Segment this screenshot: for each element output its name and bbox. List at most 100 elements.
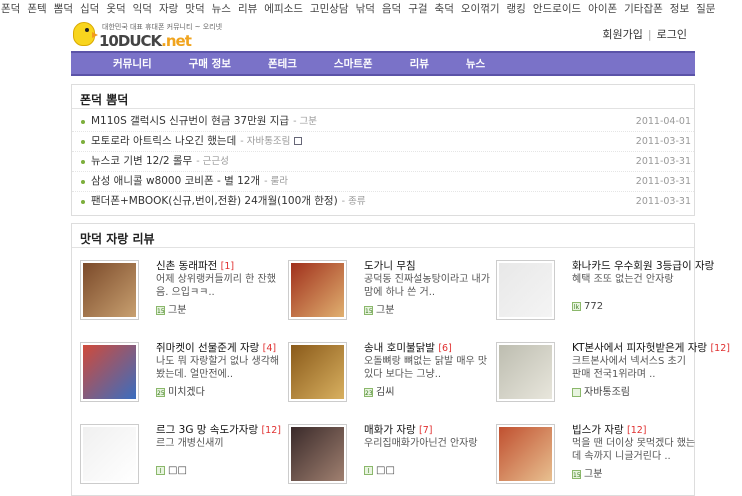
top-nav-item[interactable]: 십덕 (80, 3, 99, 15)
top-nav-item[interactable]: 고민상담 (310, 3, 349, 15)
top-nav-item[interactable]: 폰텍 (27, 3, 46, 15)
post-row[interactable]: 뉴스코 기변 12/2 롤무 - 근근성 2011-03-31 (72, 152, 694, 172)
top-nav-item[interactable]: 정보 (670, 3, 689, 15)
review-thumbnail[interactable] (80, 424, 139, 484)
post-title[interactable]: 팬더폰+MBOOK(신규,번이,전환) 24개월(100개 한정) (91, 195, 338, 207)
review-title[interactable]: 쥐마켓이 선물준게 자랑 [4] (156, 340, 276, 355)
logo-tagline: 대한민국 대표 휴대폰 커뮤니티 ~ 오리넷 (102, 23, 223, 31)
post-author: - 자바통조림 (240, 136, 291, 147)
review-card[interactable]: KT본사에서 피자헛받은게 자랑 [12] 크트본사에서 넥서스S 초기 판매 전… (496, 338, 730, 413)
comment-count: [6] (438, 343, 452, 354)
review-title[interactable]: 매화가 자랑 [7] (364, 422, 432, 437)
review-card[interactable]: 송내 호미불닭발 [6] 오돌뼈랑 뼈없는 닭발 매우 맛있다 보다는 그냥.. 2… (288, 338, 496, 413)
review-title[interactable]: 화나카드 우수회원 3등급이 자랑 (572, 258, 714, 273)
top-nav-item[interactable]: 뉴스 (212, 3, 231, 15)
review-thumbnail[interactable] (288, 424, 347, 484)
login-link[interactable]: 로그인 (657, 28, 687, 41)
top-nav-item[interactable]: 축덕 (435, 3, 454, 15)
post-row[interactable]: 팬더폰+MBOOK(신규,번이,전환) 24개월(100개 한정) - 종류 201… (72, 192, 694, 212)
review-user: 23 김씨 (364, 387, 395, 398)
bullet-icon (81, 120, 85, 124)
review-card[interactable]: 쥐마켓이 선물준게 자랑 [4] 나도 뭐 자랑할거 없나 생각해봤는데. 얼만전… (80, 338, 288, 413)
review-card[interactable]: 도가니 무침 공덕동 진짜설농탕이라고 내가 맘에 하나 쓴 거.. 15 그분 (288, 256, 496, 331)
top-nav-item[interactable]: 리뷰 (238, 3, 257, 15)
top-nav-item[interactable]: 자랑 (159, 3, 178, 15)
comment-count: [4] (262, 343, 277, 354)
top-nav-item[interactable]: 질문 (696, 3, 715, 15)
duck-eye-icon (85, 28, 89, 32)
duck-beak-icon (92, 32, 98, 38)
top-nav-item[interactable]: 기타잡폰 (624, 3, 663, 15)
top-nav-item[interactable]: 아이폰 (588, 3, 617, 15)
top-nav-item[interactable]: 안드로이드 (533, 3, 581, 15)
auth-links: 회원가입 | 로그인 (602, 26, 687, 42)
review-grid: 신촌 동래파전 [1] 어제 상위랭커들끼리 한 잔했음. 으입ㅋㅋ.. 15 그분 도… (72, 248, 730, 495)
review-title[interactable]: 르그 3G 망 속도가자랑 [12] (156, 422, 281, 437)
review-thumbnail[interactable] (496, 342, 555, 402)
review-title[interactable]: 신촌 동래파전 [1] (156, 258, 234, 273)
review-excerpt: 우리집매화가아닌건 안자랑 (364, 438, 478, 449)
review-excerpt: 공덕동 진짜설농탕이라고 내가 맘에 하나 쓴 거.. (364, 274, 490, 298)
review-excerpt: 크트본사에서 넥서스S 초기 판매 전국1위라며 .. (572, 356, 686, 380)
post-row[interactable]: 삼성 애니콜 w8000 코비폰 - 별 12개 - 룰라 2011-03-31 (72, 172, 694, 192)
main-nav-item[interactable]: 폰테크 (268, 56, 297, 71)
review-thumbnail[interactable] (288, 260, 347, 320)
review-thumbnail[interactable] (496, 424, 555, 484)
user-level-icon: lk (572, 301, 581, 311)
site-logo[interactable]: 대한민국 대표 휴대폰 커뮤니티 ~ 오리넷 10DUCK.net (71, 20, 223, 50)
hot-deals-section: 폰덕 뽐덕 M110S 갤럭시S 신규번이 현금 37만원 지급 - 그분 2011… (71, 84, 695, 216)
review-user: 15 그분 (572, 469, 603, 480)
main-nav-item[interactable]: 뉴스 (466, 56, 485, 71)
review-thumbnail[interactable] (80, 342, 139, 402)
user-level-icon: 23 (364, 387, 373, 397)
review-section: 맛덕 자랑 리뷰 신촌 동래파전 [1] 어제 상위랭커들끼리 한 잔했음. 으입… (71, 223, 730, 496)
review-thumbnail[interactable] (80, 260, 139, 320)
review-thumbnail[interactable] (496, 260, 555, 320)
review-title[interactable]: 송내 호미불닭발 [6] (364, 340, 452, 355)
main-nav-item[interactable]: 스마트폰 (334, 56, 373, 71)
review-excerpt: 나도 뭐 자랑할거 없나 생각해봤는데. 얼만전에.. (156, 356, 280, 380)
review-excerpt: 어제 상위랭커들끼리 한 잔했음. 으입ㅋㅋ.. (156, 274, 276, 298)
review-title[interactable]: 도가니 무침 (364, 258, 416, 273)
review-card[interactable]: 빕스가 자랑 [12] 먹을 땐 더이상 못먹겠다 했는데 속까지 니글거린다 .… (496, 420, 702, 495)
signup-link[interactable]: 회원가입 (602, 28, 642, 41)
comment-count: [12] (626, 425, 647, 436)
section-title: 맛덕 자랑 리뷰 (72, 224, 694, 248)
post-title[interactable]: M110S 갤럭시S 신규번이 현금 37만원 지급 (91, 115, 289, 127)
main-nav-item[interactable]: 리뷰 (410, 56, 429, 71)
post-title[interactable]: 모토로라 아트릭스 나오긴 했는데 (91, 135, 236, 147)
top-nav-item[interactable]: 구걸 (408, 3, 427, 15)
review-title[interactable]: KT본사에서 피자헛받은게 자랑 [12] (572, 340, 730, 355)
review-user: 25 미치겠다 (156, 387, 205, 398)
review-thumbnail[interactable] (288, 342, 347, 402)
post-date: 2011-03-31 (635, 176, 691, 187)
top-nav-item[interactable]: 음덕 (382, 3, 401, 15)
bullet-icon (81, 140, 85, 144)
comment-count: [12] (710, 343, 730, 354)
review-card[interactable]: 매화가 자랑 [7] 우리집매화가아닌건 안자랑 l □□ (288, 420, 496, 495)
top-nav-item[interactable]: 맛덕 (185, 3, 204, 15)
post-title[interactable]: 삼성 애니콜 w8000 코비폰 - 별 12개 (91, 175, 260, 187)
main-nav-item[interactable]: 커뮤니티 (113, 56, 152, 71)
post-date: 2011-03-31 (635, 196, 691, 207)
top-nav-item[interactable]: 랭킹 (507, 3, 526, 15)
review-card[interactable]: 화나카드 우수회원 3등급이 자랑 혜택 조또 없는건 안자랑 lk 772 (496, 256, 714, 331)
top-nav-item[interactable]: 익덕 (133, 3, 152, 15)
top-nav-item[interactable]: 뽐덕 (54, 3, 73, 15)
review-title[interactable]: 빕스가 자랑 [12] (572, 422, 647, 437)
top-nav-item[interactable]: 폰덕 (1, 3, 20, 15)
post-row[interactable]: M110S 갤럭시S 신규번이 현금 37만원 지급 - 그분 2011-04-01 (72, 112, 694, 132)
top-nav-item[interactable]: 낚덕 (356, 3, 375, 15)
bullet-icon (81, 180, 85, 184)
post-title[interactable]: 뉴스코 기변 12/2 롤무 (91, 155, 192, 167)
attachment-icon (294, 137, 303, 145)
comment-count: [7] (418, 425, 433, 436)
review-card[interactable]: 신촌 동래파전 [1] 어제 상위랭커들끼리 한 잔했음. 으입ㅋㅋ.. 15 그분 (80, 256, 288, 331)
top-nav-item[interactable]: 오이꺾기 (461, 3, 500, 15)
main-nav-item[interactable]: 구매 정보 (189, 56, 231, 71)
review-card[interactable]: 르그 3G 망 속도가자랑 [12] 르그 개병신새끼 l □□ (80, 420, 288, 495)
site-header: 대한민국 대표 휴대폰 커뮤니티 ~ 오리넷 10DUCK.net 회원가입 | 로… (71, 18, 695, 51)
top-nav-item[interactable]: 옷덕 (106, 3, 125, 15)
post-row[interactable]: 모토로라 아트릭스 나오긴 했는데 - 자바통조림 2011-03-31 (72, 132, 694, 152)
top-nav-item[interactable]: 에피소드 (264, 3, 303, 15)
